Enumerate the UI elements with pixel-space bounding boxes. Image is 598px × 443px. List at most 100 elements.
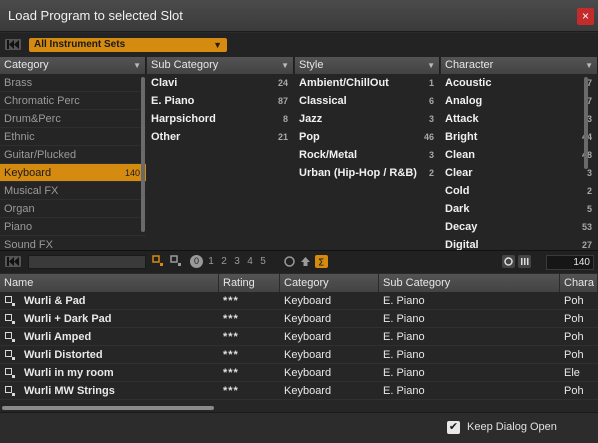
character-item[interactable]: Acoustic 7 <box>441 74 598 92</box>
cell-character: Poh <box>564 349 584 361</box>
rating-4[interactable]: 4 <box>245 256 255 267</box>
cell-rating: *** <box>223 367 239 379</box>
view-tile-icon[interactable] <box>170 255 183 268</box>
subcategory-list: Clavi 24 E. Piano 87 Harpsichord 8 Other 21 <box>147 74 294 146</box>
category-item[interactable]: Sound FX <box>0 236 146 250</box>
cell-name: Wurli & Pad <box>24 295 86 307</box>
style-item[interactable]: Rock/Metal 3 <box>295 146 440 164</box>
category-item[interactable]: Chromatic Perc <box>0 92 146 110</box>
character-item[interactable]: Digital 27 <box>441 236 598 250</box>
cell-category: Keyboard <box>284 295 332 307</box>
rating-filter[interactable]: 0 1 2 3 4 5 <box>190 255 268 268</box>
cell-category: Keyboard <box>284 349 332 361</box>
character-item[interactable]: Analog 7 <box>441 92 598 110</box>
cell-subcategory: E. Piano <box>383 313 425 325</box>
subcategory-item[interactable]: Clavi 24 <box>147 74 294 92</box>
character-item[interactable]: Decay 53 <box>441 218 598 236</box>
reset-search-icon[interactable] <box>5 256 21 267</box>
table-row[interactable]: Wurli Amped *** Keyboard E. Piano Poh <box>0 328 598 346</box>
character-item[interactable]: Clear 3 <box>441 164 598 182</box>
cell-subcategory: E. Piano <box>383 349 425 361</box>
refresh-icon[interactable] <box>283 255 296 268</box>
subcategory-item-label: Harpsichord <box>151 113 216 125</box>
category-item[interactable]: Piano <box>0 218 146 236</box>
cell-name: Wurli + Dark Pad <box>24 313 112 325</box>
column-header-category[interactable]: Category <box>280 274 379 292</box>
character-item[interactable]: Attack 3 <box>441 110 598 128</box>
category-item-count: 140 <box>124 168 140 178</box>
rating-3[interactable]: 3 <box>232 256 242 267</box>
table-row[interactable]: Wurli MW Strings *** Keyboard E. Piano Poh <box>0 382 598 400</box>
character-item[interactable]: Dark 5 <box>441 200 598 218</box>
style-item-count: 46 <box>423 132 434 142</box>
reset-filters-icon[interactable] <box>5 39 21 50</box>
style-item[interactable]: Classical 6 <box>295 92 440 110</box>
style-header-label: Style <box>299 59 324 71</box>
category-item[interactable]: Musical FX <box>0 182 146 200</box>
horizontal-scrollbar[interactable] <box>0 405 598 411</box>
category-scrollbar[interactable] <box>141 77 145 232</box>
table-row[interactable]: Wurli Distorted *** Keyboard E. Piano Poh <box>0 346 598 364</box>
style-header[interactable]: Style ▼ <box>295 57 440 74</box>
category-item[interactable]: Drum&Perc <box>0 110 146 128</box>
columns-icon[interactable] <box>518 255 531 268</box>
cell-category: Keyboard <box>284 367 332 379</box>
style-item-count: 1 <box>428 78 434 88</box>
footer-bar: ✔ Keep Dialog Open <box>0 412 598 443</box>
subcategory-item[interactable]: Other 21 <box>147 128 294 146</box>
character-scrollbar[interactable] <box>584 77 588 169</box>
view-list-icon[interactable] <box>152 255 165 268</box>
chevron-down-icon: ▼ <box>213 40 222 50</box>
subcategory-item[interactable]: Harpsichord 8 <box>147 110 294 128</box>
column-header-name[interactable]: Name <box>0 274 219 292</box>
category-item[interactable]: Ethnic <box>0 128 146 146</box>
close-button[interactable]: × <box>577 8 594 25</box>
style-item[interactable]: Pop 46 <box>295 128 440 146</box>
category-item[interactable]: Brass <box>0 74 146 92</box>
search-input[interactable] <box>28 255 146 269</box>
character-item-label: Acoustic <box>445 77 492 89</box>
category-header[interactable]: Category ▼ <box>0 57 146 74</box>
table-row[interactable]: Wurli in my room *** Keyboard E. Piano Ele <box>0 364 598 382</box>
style-list: Ambient/ChillOut 1 Classical 6 Jazz 3 Pop 46 Roc… <box>295 74 440 182</box>
character-item[interactable]: Clean48 <box>441 146 598 164</box>
rating-1[interactable]: 1 <box>206 256 216 267</box>
rating-0[interactable]: 0 <box>190 255 203 268</box>
sum-icon[interactable]: Σ <box>315 255 328 268</box>
category-item-label: Sound FX <box>4 239 53 250</box>
category-item-label: Guitar/Plucked <box>4 149 77 161</box>
subcategory-item[interactable]: E. Piano 87 <box>147 92 294 110</box>
scrollbar-thumb[interactable] <box>2 406 214 410</box>
character-item[interactable]: Bright44 <box>441 128 598 146</box>
keep-open-checkbox[interactable]: ✔ <box>447 421 460 434</box>
subcategory-item-label: E. Piano <box>151 95 195 107</box>
style-item[interactable]: Jazz 3 <box>295 110 440 128</box>
column-header-character[interactable]: Chara <box>560 274 598 292</box>
sync-icon[interactable] <box>502 255 515 268</box>
character-item-count: 2 <box>586 186 592 196</box>
character-header[interactable]: Character ▼ <box>441 57 598 74</box>
table-row[interactable]: Wurli & Pad *** Keyboard E. Piano Poh <box>0 292 598 310</box>
character-column: Character ▼ Acoustic 7 Analog 7 Attack 3 Bright… <box>441 57 598 250</box>
rating-2[interactable]: 2 <box>219 256 229 267</box>
column-header-rating[interactable]: Rating <box>219 274 280 292</box>
keep-open-label[interactable]: Keep Dialog Open <box>467 421 557 433</box>
cell-character: Poh <box>564 295 584 307</box>
subcategory-header-label: Sub Category <box>151 59 219 71</box>
category-column: Category ▼ Brass Chromatic Perc Drum&Perc Et… <box>0 57 146 250</box>
cell-category: Keyboard <box>284 331 332 343</box>
category-item[interactable]: Organ <box>0 200 146 218</box>
instrument-set-dropdown[interactable]: All Instrument Sets ▼ <box>29 38 227 52</box>
table-row[interactable]: Wurli + Dark Pad *** Keyboard E. Piano Poh <box>0 310 598 328</box>
rating-5[interactable]: 5 <box>258 256 268 267</box>
category-item[interactable]: Keyboard 140 <box>0 164 146 182</box>
subcategory-item-label: Clavi <box>151 77 178 89</box>
style-item[interactable]: Urban (Hip-Hop / R&B) 2 <box>295 164 440 182</box>
column-header-subcategory[interactable]: Sub Category <box>379 274 560 292</box>
upload-icon[interactable] <box>299 255 312 268</box>
subcategory-header[interactable]: Sub Category ▼ <box>147 57 294 74</box>
style-item[interactable]: Ambient/ChillOut 1 <box>295 74 440 92</box>
character-item[interactable]: Cold 2 <box>441 182 598 200</box>
character-item-label: Cold <box>445 185 470 197</box>
category-item[interactable]: Guitar/Plucked <box>0 146 146 164</box>
